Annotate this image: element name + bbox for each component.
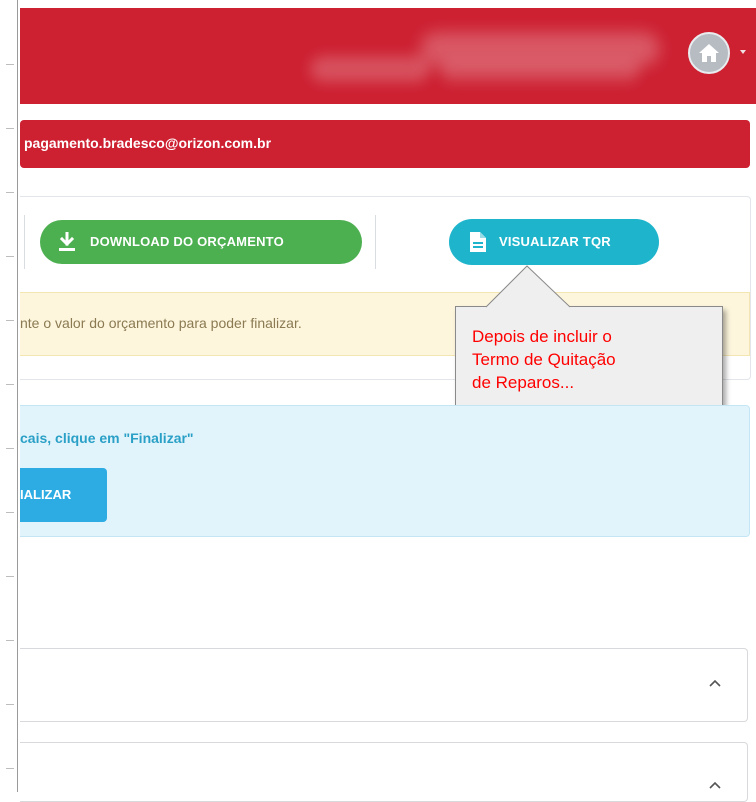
edge-tick [6, 704, 14, 705]
home-icon [699, 44, 719, 62]
accordion-section-2[interactable] [20, 742, 748, 802]
edge-tick [6, 256, 14, 257]
download-budget-label: DOWNLOAD DO ORÇAMENTO [90, 234, 284, 249]
warning-text: nte o valor do orçamento para poder fina… [20, 315, 302, 331]
email-alert-bar: pagamento.bradesco@orizon.com.br [20, 120, 750, 168]
edge-tick [6, 448, 14, 449]
document-icon [470, 232, 486, 252]
chevron-up-icon[interactable] [709, 679, 721, 687]
divider [375, 215, 376, 269]
tooltip-text: Depois de incluir o Termo de Quitação de… [472, 327, 616, 392]
finalize-instruction: cais, clique em "Finalizar" [20, 430, 194, 446]
edge-tick [6, 384, 14, 385]
finalize-info-panel: cais, clique em "Finalizar" [20, 405, 750, 537]
finalize-button[interactable]: IALIZAR [20, 468, 107, 522]
edge-tick [6, 128, 14, 129]
edge-tick [6, 320, 14, 321]
edge-tick [6, 640, 14, 641]
edge-tick [6, 576, 14, 577]
finalize-label: IALIZAR [20, 487, 72, 502]
edge-tick [6, 768, 14, 769]
accordion-section-1[interactable] [20, 648, 748, 722]
download-icon [59, 232, 75, 251]
edge-tick [6, 512, 14, 513]
left-edge [0, 0, 20, 792]
left-edge-line [17, 0, 18, 792]
view-tqr-button[interactable]: VISUALIZAR TQR [449, 219, 659, 265]
download-budget-button[interactable]: DOWNLOAD DO ORÇAMENTO [40, 220, 362, 264]
edge-tick [6, 64, 14, 65]
view-tqr-label: VISUALIZAR TQR [499, 234, 611, 249]
top-header [20, 8, 756, 104]
avatar-dropdown-caret-icon[interactable] [740, 50, 746, 54]
tooltip-pointer [485, 265, 571, 308]
email-address: pagamento.bradesco@orizon.com.br [24, 135, 272, 151]
divider [24, 215, 25, 269]
user-avatar[interactable] [688, 32, 730, 74]
chevron-up-icon[interactable] [709, 781, 721, 789]
edge-tick [6, 192, 14, 193]
